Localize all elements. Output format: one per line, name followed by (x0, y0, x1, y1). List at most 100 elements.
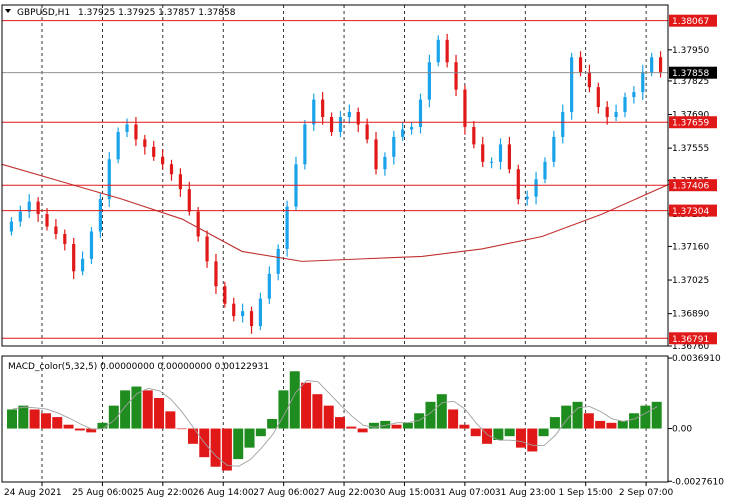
macd-y-tick-label: -0.0027610 (672, 477, 724, 487)
candle-body (329, 117, 334, 132)
macd-histogram-bar (301, 382, 312, 429)
macd-histogram-bar (97, 422, 108, 429)
macd-histogram-bar (391, 424, 402, 429)
candle-body (249, 311, 254, 327)
level-price-label: 1.38067 (672, 17, 709, 27)
macd-histogram-bar (142, 390, 153, 429)
candle-body (632, 92, 636, 98)
candle-body (490, 161, 494, 163)
macd-histogram-bar (233, 428, 244, 460)
candle-body (516, 169, 520, 200)
macd-histogram-bar (346, 426, 357, 429)
candle-body (392, 136, 396, 157)
candle-body (409, 126, 414, 130)
candle-body (650, 57, 654, 73)
candle-body (72, 243, 76, 272)
macd-histogram-bar (7, 409, 18, 429)
ohlc-label: 1.37925 1.37925 1.37857 1.37858 (78, 8, 236, 18)
x-tick-label: 1 Sep 15:00 (559, 488, 614, 498)
macd-histogram-bar (629, 413, 640, 429)
candle-body (507, 144, 511, 170)
candle-body (552, 136, 556, 162)
y-tick-label: 1.37160 (672, 242, 709, 252)
macd-histogram-bar (40, 413, 51, 429)
candle-body (623, 97, 627, 113)
macd-histogram-bar (448, 409, 459, 429)
candle-body (534, 179, 538, 197)
candle-body (63, 233, 67, 244)
candle-body (143, 139, 147, 147)
level-price-label: 1.37304 (672, 207, 709, 217)
macd-histogram-bar (210, 428, 221, 467)
macd-pane (7, 356, 662, 482)
candle-body (107, 159, 111, 200)
macd-histogram-bar (504, 428, 515, 437)
candle-body (463, 89, 467, 127)
candle-body (614, 112, 618, 118)
dropdown-triangle-icon (5, 9, 11, 13)
candle-body (561, 112, 565, 137)
candle-body (481, 144, 485, 162)
candle-body (578, 57, 583, 73)
macd-histogram-bar (29, 409, 40, 429)
macd-histogram-bar (63, 424, 74, 429)
candle-body (9, 221, 14, 232)
x-tick-label: 31 Aug 07:00 (435, 488, 496, 498)
candle-body (543, 161, 547, 180)
macd-histogram-bar (289, 371, 300, 429)
candle-body (80, 258, 85, 272)
macd-histogram-bar (312, 394, 323, 429)
candle-body (276, 248, 280, 274)
candle-body (383, 156, 387, 170)
macd-histogram-bar (74, 428, 85, 431)
candle-body (169, 164, 174, 175)
macd-histogram-bar (595, 420, 606, 429)
macd-histogram-bar (187, 428, 198, 444)
price-frame (1, 4, 669, 347)
candle-body (196, 211, 200, 237)
y-tick-label: 1.37555 (672, 144, 709, 154)
candle-body (427, 62, 431, 100)
macd-histogram-bar (583, 413, 594, 429)
level-price-label: 1.37659 (672, 119, 709, 129)
candle-body (472, 126, 476, 145)
price-pane (1, 5, 670, 346)
candle-body (205, 236, 209, 262)
macd-histogram-bar (255, 428, 266, 437)
macd-y-tick-label: 0.00 (672, 425, 692, 435)
candle-body (374, 139, 378, 170)
candle-body (303, 124, 307, 165)
candle-body (347, 112, 351, 118)
macd-histogram-bar (402, 422, 413, 429)
candle-body (152, 146, 156, 157)
macd-histogram-bar (527, 428, 538, 452)
candle-body (445, 39, 449, 63)
candle-body (241, 311, 245, 317)
candle-body (454, 62, 458, 90)
macd-histogram-bar (244, 428, 255, 448)
macd-histogram-bar (538, 428, 549, 437)
macd-histogram-bar (617, 420, 628, 429)
x-tick-label: 27 Aug 22:00 (314, 488, 375, 498)
macd-histogram-bar (154, 398, 165, 429)
x-tick-label: 26 Aug 14:00 (193, 488, 254, 498)
y-tick-label: 1.37025 (672, 276, 709, 286)
candle-body (134, 124, 138, 140)
candle-body (525, 196, 529, 200)
candle-body (365, 124, 369, 140)
macd-histogram-bar (459, 424, 470, 429)
x-tick-label: 30 Aug 15:00 (374, 488, 435, 498)
macd-histogram-bar (335, 417, 346, 429)
candle-body (570, 57, 574, 113)
macd-y-tick-label: 0.0036910 (672, 354, 721, 364)
candle-body (658, 57, 663, 73)
macd-histogram-bar (52, 417, 63, 429)
candle-body (18, 211, 22, 222)
macd-histogram-bar (606, 422, 617, 429)
chart-canvas: 24 Aug 2021 25 Aug 06:00 25 Aug 22:00 26 Au… (1, 4, 724, 498)
candle-body (223, 286, 227, 304)
macd-histogram-bar (176, 428, 187, 430)
candle-body (161, 156, 165, 165)
candle-body (605, 107, 609, 118)
candle-body (596, 87, 600, 108)
